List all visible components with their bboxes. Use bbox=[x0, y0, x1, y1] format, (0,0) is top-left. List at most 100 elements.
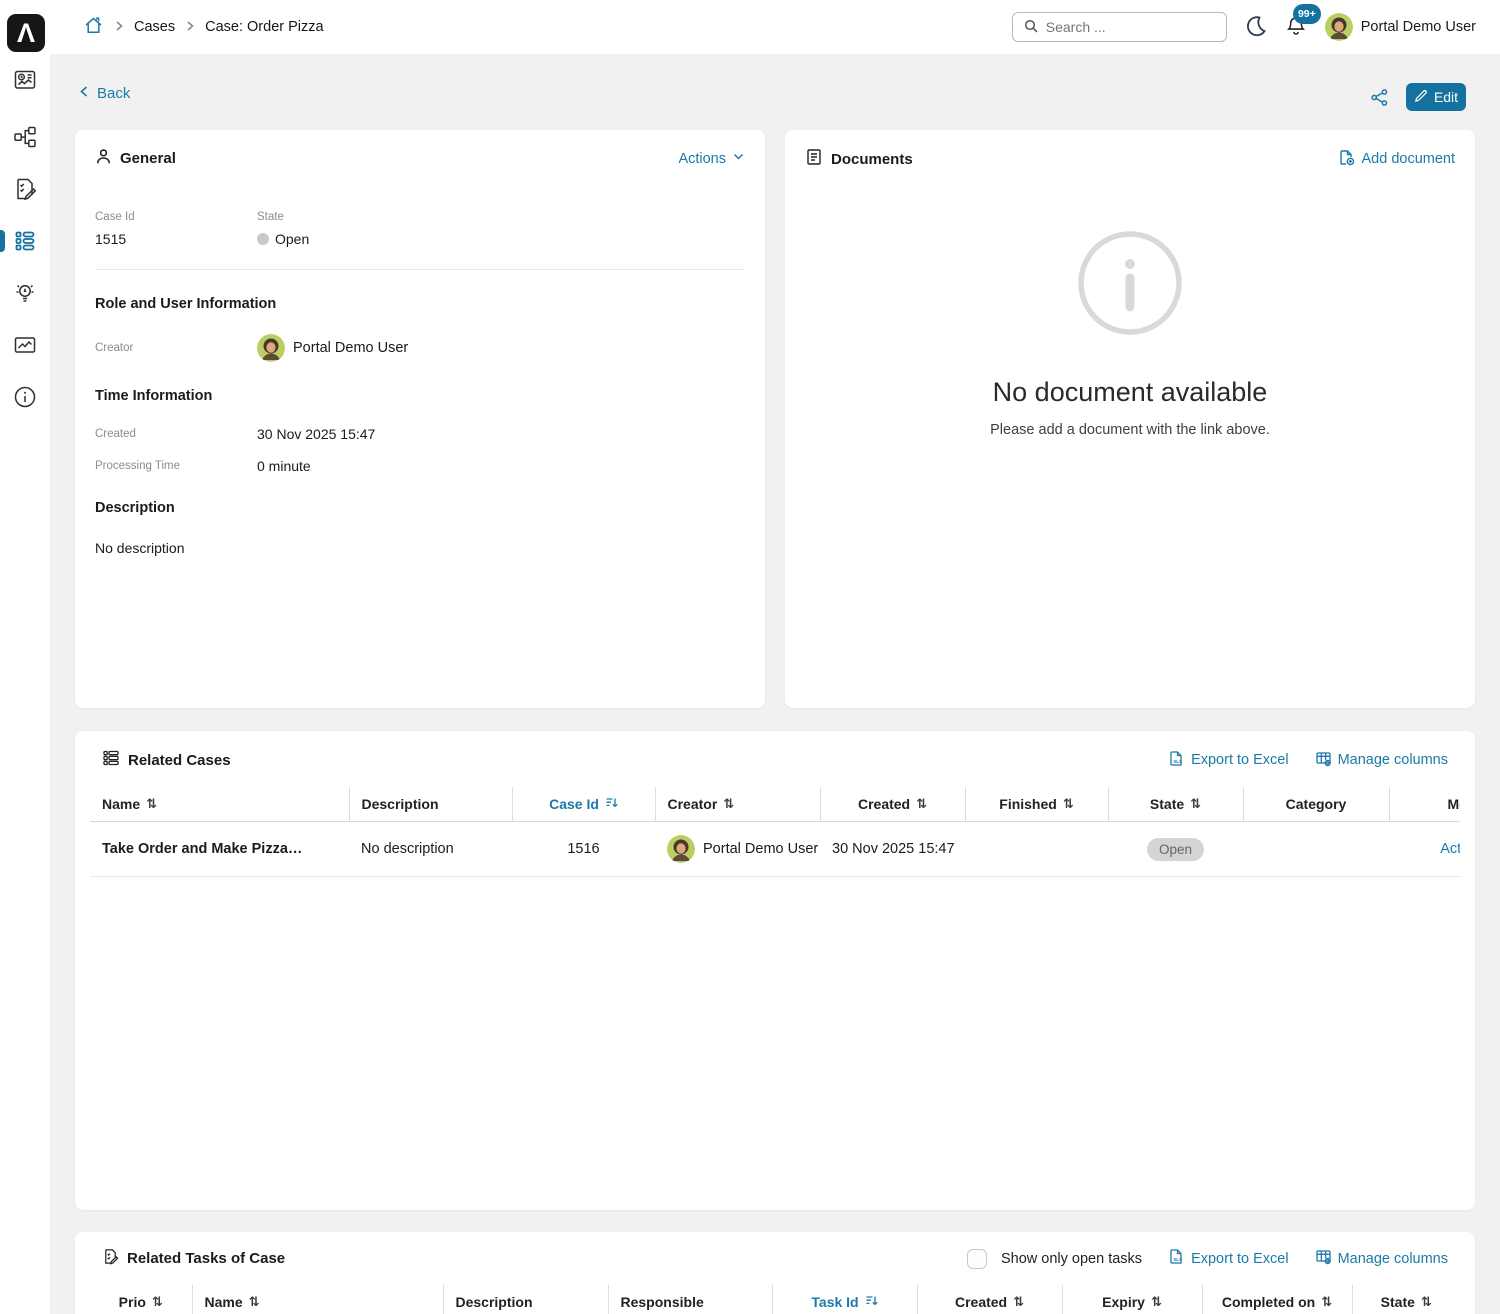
avatar bbox=[257, 334, 285, 362]
related-tasks-table: Prio⇅ Name⇅ Description Responsible Task… bbox=[90, 1285, 1460, 1314]
chevron-down-icon bbox=[732, 150, 745, 167]
manage-columns-link[interactable]: Manage columns bbox=[1315, 750, 1448, 771]
divider bbox=[95, 269, 745, 270]
global-search bbox=[1012, 12, 1227, 42]
case-name-cell[interactable]: Take Order and Make Pizza… bbox=[90, 822, 349, 877]
export-excel-link[interactable]: XLS Export to Excel bbox=[1168, 1248, 1289, 1269]
state-dot-icon bbox=[257, 233, 269, 245]
sidebar-item-ideas[interactable] bbox=[12, 280, 38, 306]
created-value: 30 Nov 2025 15:47 bbox=[257, 426, 375, 442]
column-header-description: Description bbox=[443, 1285, 608, 1314]
sidebar-item-tasks[interactable] bbox=[12, 176, 38, 202]
chevron-right-icon bbox=[113, 19, 125, 35]
add-document-link[interactable]: Add document bbox=[1338, 149, 1455, 170]
sort-desc-icon bbox=[605, 796, 618, 812]
sort-icon: ⇅ bbox=[1063, 797, 1074, 812]
excel-file-icon: XLS bbox=[1168, 1248, 1185, 1269]
no-document-title: No document available bbox=[993, 377, 1268, 408]
excel-file-icon: XLS bbox=[1168, 750, 1185, 771]
edit-label: Edit bbox=[1434, 89, 1458, 105]
home-icon[interactable] bbox=[83, 15, 104, 39]
notification-count-badge: 99+ bbox=[1293, 4, 1321, 24]
chevron-left-icon bbox=[78, 85, 91, 102]
description-title: Description bbox=[95, 500, 745, 516]
created-label: Created bbox=[95, 428, 257, 440]
case-description-cell: No description bbox=[349, 822, 512, 877]
actions-dropdown[interactable]: Actions bbox=[678, 150, 745, 167]
related-case-row[interactable]: Take Order and Make Pizza… No descriptio… bbox=[90, 822, 1460, 877]
lightbulb-icon bbox=[12, 293, 38, 309]
general-card: General Actions Case Id 1515 State Open … bbox=[75, 130, 765, 708]
export-excel-label: Export to Excel bbox=[1191, 1251, 1289, 1267]
column-header-state[interactable]: State⇅ bbox=[1108, 787, 1243, 822]
share-icon bbox=[1370, 94, 1389, 110]
column-header-finished[interactable]: Finished⇅ bbox=[965, 787, 1108, 822]
column-header-created[interactable]: Created⇅ bbox=[820, 787, 965, 822]
back-button[interactable]: Back bbox=[78, 85, 130, 102]
column-header-case-id[interactable]: Case Id bbox=[512, 787, 655, 822]
related-cases-title: Related Cases bbox=[128, 752, 231, 769]
export-excel-link[interactable]: XLS Export to Excel bbox=[1168, 750, 1289, 771]
manage-columns-icon bbox=[1315, 750, 1332, 771]
processing-time-value: 0 minute bbox=[257, 458, 311, 474]
column-header-creator[interactable]: Creator⇅ bbox=[655, 787, 820, 822]
sidebar-item-dashboard[interactable] bbox=[12, 67, 38, 93]
column-header-expiry[interactable]: Expiry⇅ bbox=[1062, 1285, 1202, 1314]
share-button[interactable] bbox=[1370, 88, 1389, 110]
search-input[interactable] bbox=[1046, 19, 1206, 35]
sidebar-item-statistics[interactable] bbox=[12, 332, 38, 358]
sidebar-item-processes[interactable] bbox=[12, 124, 38, 150]
sidebar-item-cases[interactable] bbox=[12, 228, 38, 254]
sort-desc-icon bbox=[865, 1294, 878, 1310]
cases-icon bbox=[12, 241, 38, 257]
sort-icon: ⇅ bbox=[1421, 1295, 1432, 1310]
column-header-created[interactable]: Created⇅ bbox=[917, 1285, 1062, 1314]
case-finished-cell bbox=[965, 822, 1108, 877]
dashboard-icon bbox=[12, 80, 38, 96]
user-name: Portal Demo User bbox=[1361, 19, 1476, 35]
creator-value: Portal Demo User bbox=[293, 340, 408, 356]
dark-mode-toggle[interactable] bbox=[1245, 15, 1267, 40]
tasks-icon bbox=[12, 189, 38, 205]
add-document-icon bbox=[1338, 149, 1355, 170]
person-icon bbox=[95, 148, 112, 169]
role-section-title: Role and User Information bbox=[95, 296, 745, 312]
statistics-icon bbox=[12, 345, 38, 361]
chevron-right-icon bbox=[184, 19, 196, 35]
svg-text:XLS: XLS bbox=[1173, 759, 1182, 764]
notifications-button[interactable]: 99+ bbox=[1285, 15, 1307, 40]
column-header-category: Category bbox=[1243, 787, 1389, 822]
related-tasks-title: Related Tasks of Case bbox=[127, 1250, 285, 1267]
column-header-completed-on[interactable]: Completed on⇅ bbox=[1202, 1285, 1352, 1314]
case-list-icon bbox=[102, 749, 120, 771]
column-header-prio[interactable]: Prio⇅ bbox=[90, 1285, 192, 1314]
app-logo[interactable]: Λ bbox=[7, 14, 45, 52]
column-header-name[interactable]: Name⇅ bbox=[90, 787, 349, 822]
info-circle-icon bbox=[1075, 228, 1185, 341]
search-icon bbox=[1023, 18, 1039, 37]
column-header-responsible: Responsible bbox=[608, 1285, 772, 1314]
column-header-task-id[interactable]: Task Id bbox=[772, 1285, 917, 1314]
breadcrumb-cases[interactable]: Cases bbox=[134, 19, 175, 35]
column-header-state[interactable]: State⇅ bbox=[1352, 1285, 1460, 1314]
manage-columns-label: Manage columns bbox=[1338, 1251, 1448, 1267]
case-created-cell: 30 Nov 2025 15:47 bbox=[820, 822, 965, 877]
user-menu[interactable]: Portal Demo User bbox=[1325, 13, 1476, 41]
related-cases-panel: Related Cases XLS Export to Excel Manage… bbox=[75, 731, 1475, 1210]
case-creator-cell: Portal Demo User bbox=[655, 822, 820, 877]
show-only-open-checkbox[interactable] bbox=[967, 1249, 987, 1269]
sidebar-item-about[interactable] bbox=[12, 384, 38, 410]
case-state-cell: Open bbox=[1108, 822, 1243, 877]
bell-icon bbox=[1285, 24, 1307, 40]
case-creator-name: Portal Demo User bbox=[703, 841, 818, 857]
avatar bbox=[667, 835, 695, 863]
show-only-open-tasks: Show only open tasks bbox=[967, 1249, 1142, 1269]
column-header-name[interactable]: Name⇅ bbox=[192, 1285, 443, 1314]
manage-columns-link[interactable]: Manage columns bbox=[1315, 1248, 1448, 1269]
case-id-cell: 1516 bbox=[512, 822, 655, 877]
edit-button[interactable]: Edit bbox=[1406, 83, 1466, 111]
manage-columns-label: Manage columns bbox=[1338, 752, 1448, 768]
pencil-icon bbox=[1414, 89, 1428, 106]
processes-icon bbox=[12, 137, 38, 153]
row-actions-link[interactable]: Actions bbox=[1440, 841, 1460, 857]
